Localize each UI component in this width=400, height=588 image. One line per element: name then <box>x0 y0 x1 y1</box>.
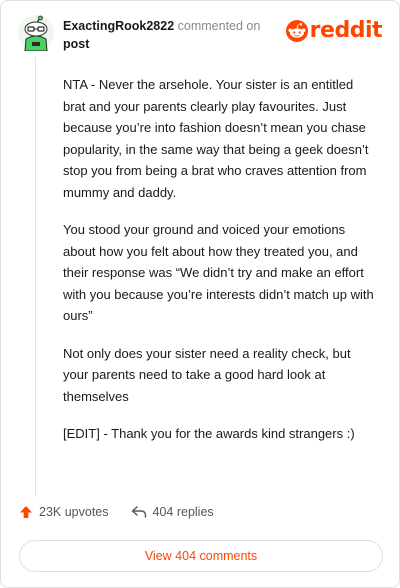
logo-wordmark: reddit <box>309 18 383 43</box>
comment-meta: ExactingRook2822 commented on post <box>63 17 273 53</box>
username[interactable]: ExactingRook2822 <box>63 19 174 33</box>
upvote-count: 23K upvotes <box>39 505 109 519</box>
upvote-stat[interactable]: 23K upvotes <box>19 505 109 519</box>
upvote-arrow-icon <box>20 506 32 518</box>
comment-paragraph: NTA - Never the arsehole. Your sister is… <box>63 77 369 200</box>
action-text: commented on <box>177 19 261 33</box>
comment-stats: 23K upvotes 404 replies <box>19 505 214 519</box>
snoo-avatar-icon <box>18 15 54 52</box>
comment-paragraph: [EDIT] - Thank you for the awards kind s… <box>63 426 355 441</box>
reply-stat[interactable]: 404 replies <box>131 505 214 519</box>
comment-paragraph: You stood your ground and voiced your em… <box>63 222 374 323</box>
post-link[interactable]: post <box>63 35 273 53</box>
reddit-logo[interactable]: reddit <box>285 18 383 43</box>
avatar[interactable] <box>18 15 54 52</box>
reddit-alien-icon <box>285 20 308 42</box>
comment-card: ExactingRook2822 commented on post reddi… <box>0 0 400 588</box>
comment-paragraph: Not only does your sister need a reality… <box>63 345 351 404</box>
thread-line[interactable] <box>35 57 36 497</box>
view-comments-button[interactable]: View 404 comments <box>19 540 383 572</box>
reply-arrow-icon <box>131 506 146 518</box>
reply-count: 404 replies <box>152 505 214 519</box>
comment-body: NTA - Never the arsehole. Your sister is… <box>63 74 379 461</box>
